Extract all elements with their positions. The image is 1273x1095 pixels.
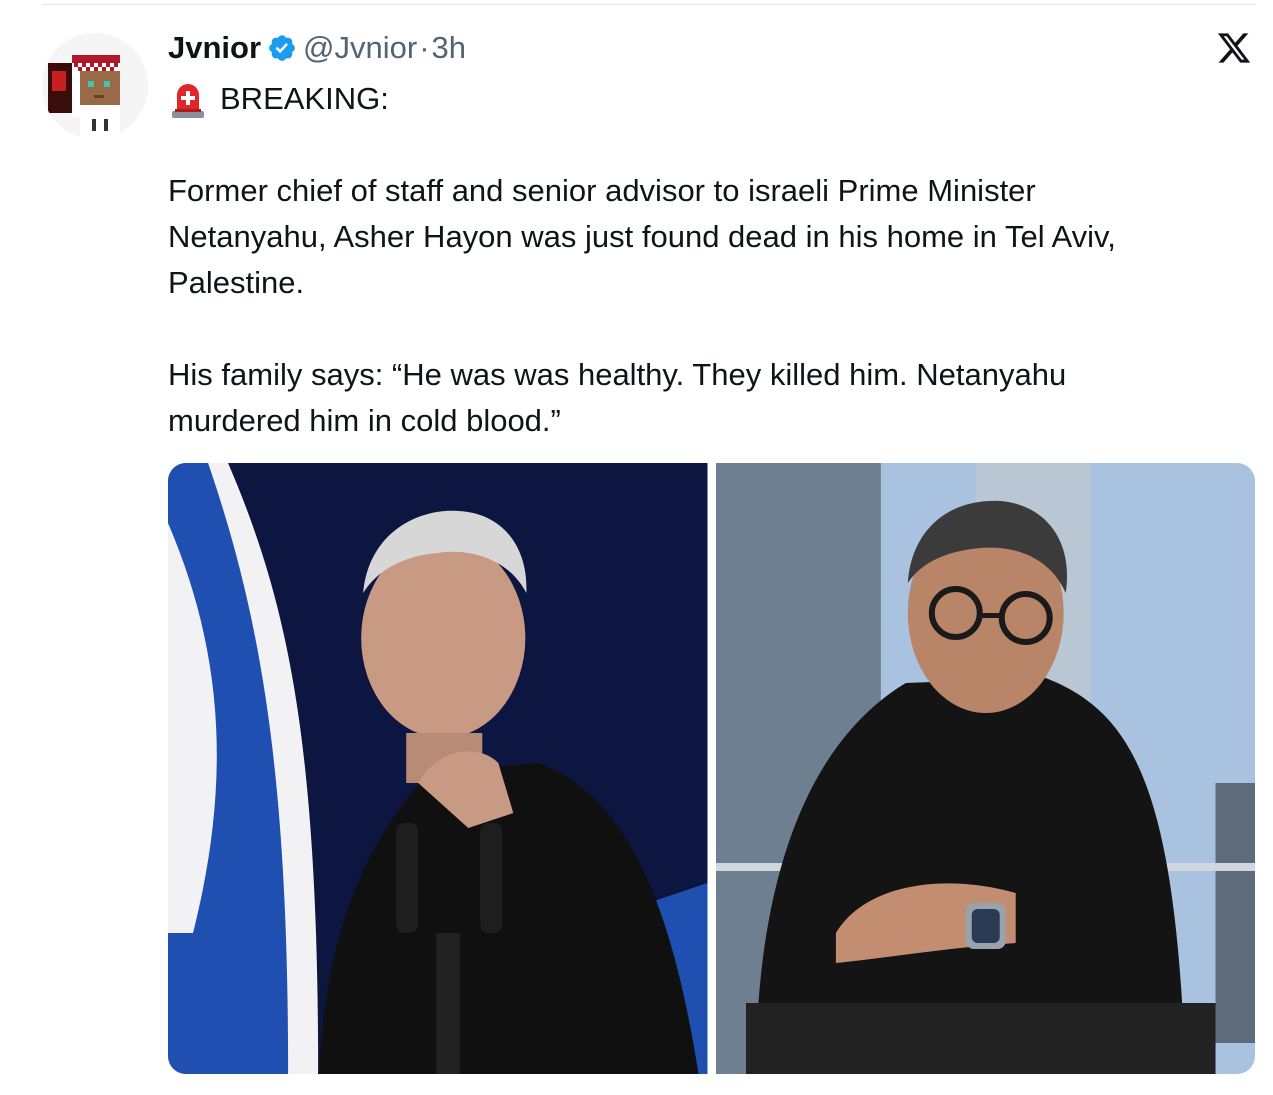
verified-badge-icon: [267, 33, 297, 63]
tweet-paragraph-2: His family says: “He was was healthy. Th…: [168, 352, 1066, 444]
top-divider: [42, 4, 1256, 5]
handle[interactable]: @Jvnior: [303, 30, 417, 66]
tweet-header: Jvnior @Jvnior · 3h: [168, 26, 466, 70]
photo-right[interactable]: [715, 463, 1255, 1074]
display-name[interactable]: Jvnior: [168, 30, 261, 66]
breaking-line: BREAKING:: [170, 78, 389, 120]
x-logo-icon: [1216, 30, 1252, 66]
tweet-text-line: Former chief of staff and senior advisor…: [168, 173, 1036, 208]
tweet-text-line: His family says: “He was was healthy. Th…: [168, 357, 1067, 392]
tweet-text-line: murdered him in cold blood.”: [168, 403, 561, 438]
separator-dot: ·: [419, 30, 430, 65]
media-grid: [168, 463, 1255, 1074]
timestamp[interactable]: 3h: [432, 30, 466, 66]
breaking-label: BREAKING:: [220, 81, 389, 116]
photo-left[interactable]: [168, 463, 708, 1074]
avatar[interactable]: [42, 33, 148, 139]
police-siren-icon: [170, 79, 206, 119]
tweet-paragraph-1: Former chief of staff and senior advisor…: [168, 168, 1116, 306]
avatar-pixel-art: [42, 33, 148, 139]
tweet-text-line: Palestine.: [168, 265, 305, 300]
tweet-text-line: Netanyahu, Asher Hayon was just found de…: [168, 219, 1116, 254]
